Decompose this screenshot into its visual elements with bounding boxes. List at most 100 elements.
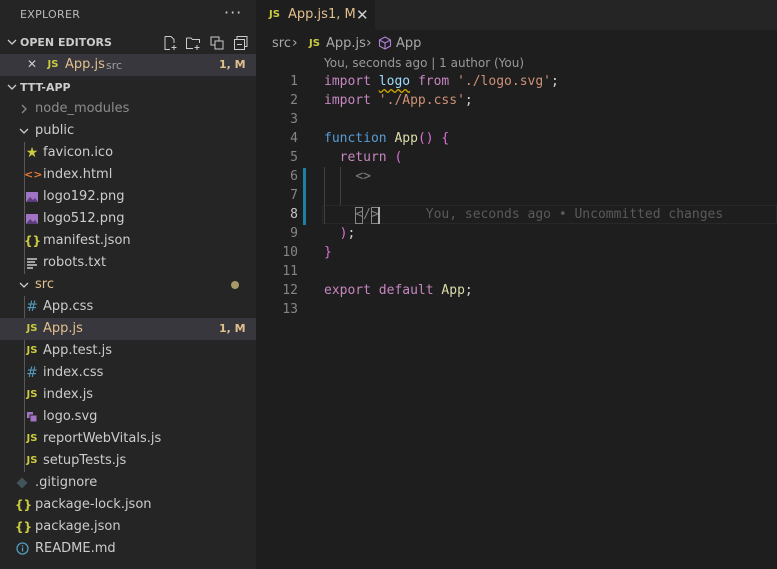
code-line-5[interactable]: return ( <box>324 150 403 165</box>
file-favicon[interactable]: ★ favicon.ico <box>0 142 256 164</box>
line-number: 2 <box>290 93 298 108</box>
file-label: App.js <box>43 321 83 336</box>
file-label: index.html <box>43 167 113 182</box>
js-file-icon: JS <box>269 9 280 20</box>
collapse-all-icon[interactable] <box>233 35 249 51</box>
css-file-icon: # <box>26 365 38 381</box>
file-index-css[interactable]: # index.css <box>0 362 256 384</box>
breadcrumb-symbol[interactable]: App <box>396 36 421 51</box>
line-number: 5 <box>290 150 298 165</box>
identifier: App <box>441 283 465 298</box>
code-line-10[interactable]: } <box>324 245 332 260</box>
explorer-title-bar: EXPLORER ··· <box>0 0 256 30</box>
json-file-icon: {} <box>15 498 33 512</box>
file-app-js[interactable]: JS App.js 1, M <box>0 318 256 340</box>
open-editors-header[interactable]: OPEN EDITORS <box>0 32 256 54</box>
file-app-css[interactable]: # App.css <box>0 296 256 318</box>
line-number: 1 <box>290 74 298 89</box>
file-report-web-vitals[interactable]: JS reportWebVitals.js <box>0 428 256 450</box>
code-line-9[interactable]: ); <box>324 226 356 241</box>
fragment-open: <> <box>355 169 371 184</box>
js-file-icon: JS <box>26 323 38 334</box>
line-number: 8 <box>290 207 298 222</box>
file-label: README.md <box>35 541 116 556</box>
function-name: App <box>394 131 418 146</box>
keyword: default <box>378 283 434 298</box>
breadcrumb: src › JS App.js › App <box>256 33 777 53</box>
file-logo-svg[interactable]: logo.svg <box>0 406 256 428</box>
file-app-test-js[interactable]: JS App.test.js <box>0 340 256 362</box>
file-label: setupTests.js <box>43 453 127 468</box>
file-readme[interactable]: README.md <box>0 538 256 560</box>
image-file-icon <box>24 211 40 227</box>
open-editor-folder: src <box>106 59 123 72</box>
file-manifest[interactable]: {} manifest.json <box>0 230 256 252</box>
file-setup-tests[interactable]: JS setupTests.js <box>0 450 256 472</box>
folder-public[interactable]: public <box>0 120 256 142</box>
code-line-2[interactable]: import './App.css'; <box>324 93 473 108</box>
file-label: logo.svg <box>43 409 98 424</box>
folder-src[interactable]: src <box>0 274 256 296</box>
chevron-right-icon <box>21 104 27 114</box>
file-package-json[interactable]: {} package.json <box>0 516 256 538</box>
project-label: TTT-APP <box>20 81 71 94</box>
file-label: package.json <box>35 519 121 534</box>
breadcrumb-file[interactable]: App.js <box>326 36 366 51</box>
modified-lines-indicator[interactable] <box>303 168 306 225</box>
folder-label: node_modules <box>35 101 130 116</box>
file-gitignore[interactable]: .gitignore <box>0 472 256 494</box>
chevron-down-icon <box>7 84 17 90</box>
chevron-down-icon <box>19 128 29 134</box>
code-line-8[interactable]: </> You, seconds ago • Uncommitted chang… <box>324 207 723 222</box>
new-folder-icon[interactable] <box>185 35 201 51</box>
refresh-explorer-icon[interactable] <box>209 35 225 51</box>
file-label: index.js <box>43 387 94 402</box>
file-label: package-lock.json <box>35 497 152 512</box>
folder-label: src <box>35 277 54 292</box>
js-file-icon: JS <box>26 389 38 400</box>
line-number: 13 <box>282 302 298 317</box>
tab-app-js[interactable]: JS App.js 1, M ✕ <box>256 0 375 30</box>
file-label: robots.txt <box>43 255 107 270</box>
open-editor-name: App.js <box>65 57 105 72</box>
open-editor-badge: 1, M <box>219 58 246 71</box>
folder-node-modules[interactable]: node_modules <box>0 98 256 120</box>
modified-dot-icon <box>231 281 239 289</box>
file-robots[interactable]: robots.txt <box>0 252 256 274</box>
line-number: 7 <box>290 188 298 203</box>
code-line-12[interactable]: export default App; <box>324 283 473 298</box>
file-label: manifest.json <box>43 233 131 248</box>
project-header[interactable]: TTT-APP <box>0 77 256 99</box>
keyword: import <box>324 93 371 108</box>
close-editor-icon[interactable]: ✕ <box>27 57 37 71</box>
star-icon: ★ <box>25 145 39 161</box>
close-tab-icon[interactable]: ✕ <box>356 6 369 24</box>
code-line-6[interactable]: <> <box>324 169 371 184</box>
css-file-icon: # <box>26 299 38 315</box>
js-file-icon: JS <box>26 433 38 444</box>
more-actions-icon[interactable]: ··· <box>224 3 242 22</box>
explorer-title: EXPLORER <box>20 8 81 21</box>
info-icon <box>14 541 30 557</box>
identifier-warning[interactable]: logo <box>379 74 410 89</box>
code-line-1[interactable]: import logo from './logo.svg'; <box>324 74 559 89</box>
open-editor-item[interactable]: ✕ JS App.js src 1, M <box>0 54 256 76</box>
file-index-html[interactable]: <> index.html <box>0 164 256 186</box>
file-index-js[interactable]: JS index.js <box>0 384 256 406</box>
keyword: return <box>339 150 387 165</box>
breadcrumb-folder[interactable]: src <box>272 36 291 51</box>
file-label: App.test.js <box>43 343 113 358</box>
new-file-icon[interactable] <box>162 35 178 51</box>
codelens-author[interactable]: You, seconds ago | 1 author (You) <box>324 56 524 70</box>
line-number: 4 <box>290 131 298 146</box>
json-file-icon: {} <box>24 234 42 248</box>
line-number: 3 <box>290 112 298 127</box>
symbol-class-icon <box>378 36 392 54</box>
code-line-4[interactable]: function App() { <box>324 131 449 146</box>
string-literal: './App.css' <box>378 93 465 108</box>
editor-area[interactable]: JS App.js 1, M ✕ src › JS App.js › App Y… <box>256 0 777 569</box>
file-logo512[interactable]: logo512.png <box>0 208 256 230</box>
file-logo192[interactable]: logo192.png <box>0 186 256 208</box>
file-package-lock[interactable]: {} package-lock.json <box>0 494 256 516</box>
text-cursor <box>378 207 380 224</box>
